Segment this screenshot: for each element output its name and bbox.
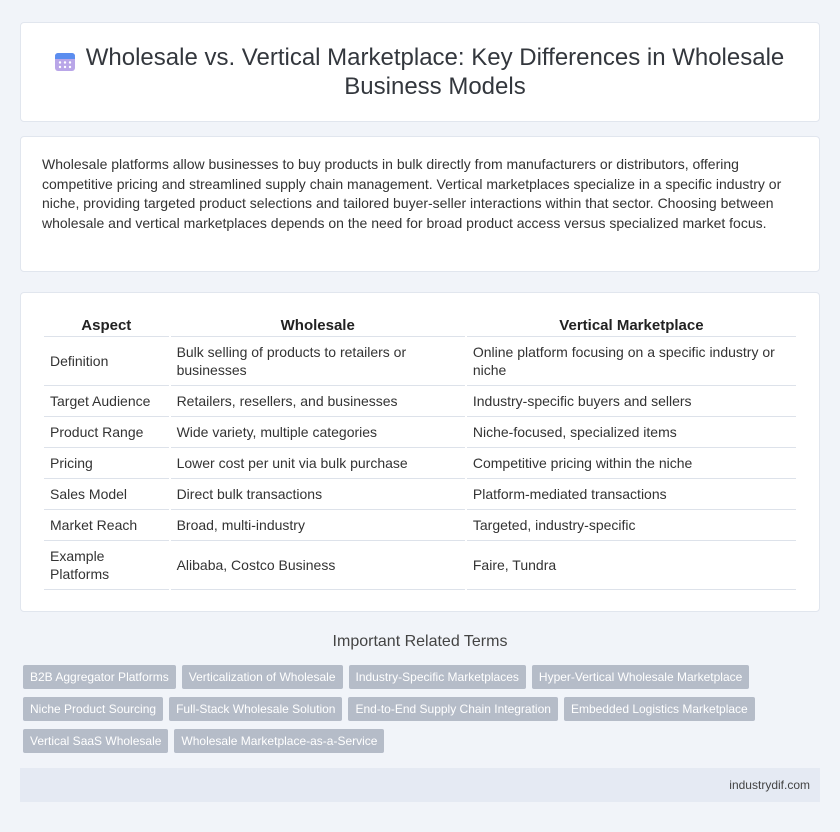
tag-embedded-logistics-marketplace[interactable]: Embedded Logistics Marketplace [563,697,755,721]
tag-wholesale-marketplace-as-a-service[interactable]: Wholesale Marketplace-as-a-Service [174,729,385,753]
tag-vertical-saas-wholesale[interactable]: Vertical SaaS Wholesale [23,729,169,753]
comparison-table: Aspect Wholesale Vertical Marketplace De… [42,315,798,590]
table-row: Product Range Wide variety, multiple cat… [44,417,796,448]
footer: industrydif.com [20,768,820,802]
footer-site-link[interactable]: industrydif.com [729,778,810,792]
table-row: Pricing Lower cost per unit via bulk pur… [44,448,796,479]
table-cell-wholesale: Direct bulk transactions [170,479,465,510]
table-cell-vertical: Industry-specific buyers and sellers [466,386,796,417]
tag-industry-specific-marketplaces[interactable]: Industry-Specific Marketplaces [348,665,526,689]
table-header-row: Aspect Wholesale Vertical Marketplace [44,315,796,337]
table-row: Sales Model Direct bulk transactions Pla… [44,479,796,510]
header-card: Wholesale vs. Vertical Marketplace: Key … [20,22,820,122]
table-cell-aspect: Market Reach [44,510,169,541]
table-cell-wholesale: Broad, multi-industry [170,510,465,541]
table-cell-vertical: Competitive pricing within the niche [466,448,796,479]
tag-full-stack-wholesale-solution[interactable]: Full-Stack Wholesale Solution [169,697,343,721]
column-header-aspect: Aspect [44,315,169,337]
comparison-table-card: Aspect Wholesale Vertical Marketplace De… [20,292,820,612]
tag-row: Niche Product Sourcing Full-Stack Wholes… [23,697,783,721]
tag-row: B2B Aggregator Platforms Verticalization… [23,665,783,689]
table-cell-vertical: Faire, Tundra [466,541,796,590]
table-cell-wholesale: Wide variety, multiple categories [170,417,465,448]
table-row: Target Audience Retailers, resellers, an… [44,386,796,417]
tag-hyper-vertical-wholesale-marketplace[interactable]: Hyper-Vertical Wholesale Marketplace [531,665,750,689]
column-header-vertical-marketplace: Vertical Marketplace [466,315,796,337]
intro-card: Wholesale platforms allow businesses to … [20,136,820,272]
table-row: Market Reach Broad, multi-industry Targe… [44,510,796,541]
table-row: Definition Bulk selling of products to r… [44,337,796,386]
related-terms-heading: Important Related Terms [332,633,508,650]
table-cell-vertical: Targeted, industry-specific [466,510,796,541]
related-terms-tags: B2B Aggregator Platforms Verticalization… [23,665,783,761]
table-cell-aspect: Target Audience [44,386,169,417]
tag-row: Vertical SaaS Wholesale Wholesale Market… [23,729,783,753]
table-cell-wholesale: Retailers, resellers, and businesses [170,386,465,417]
table-cell-wholesale: Bulk selling of products to retailers or… [170,337,465,386]
table-cell-wholesale: Lower cost per unit via bulk purchase [170,448,465,479]
table-cell-aspect: Pricing [44,448,169,479]
table-cell-wholesale: Alibaba, Costco Business [170,541,465,590]
table-cell-aspect: Sales Model [44,479,169,510]
table-cell-aspect: Product Range [44,417,169,448]
intro-paragraph: Wholesale platforms allow businesses to … [42,156,782,231]
table-row: Example Platforms Alibaba, Costco Busine… [44,541,796,590]
column-header-wholesale: Wholesale [170,315,465,337]
tag-end-to-end-supply-chain-integration[interactable]: End-to-End Supply Chain Integration [348,697,558,721]
tag-b2b-aggregator-platforms[interactable]: B2B Aggregator Platforms [23,665,176,689]
table-cell-aspect: Example Platforms [44,541,169,590]
table-cell-vertical: Platform-mediated transactions [466,479,796,510]
page-title: Wholesale vs. Vertical Marketplace: Key … [85,44,785,100]
table-cell-vertical: Niche-focused, specialized items [466,417,796,448]
tag-niche-product-sourcing[interactable]: Niche Product Sourcing [23,697,164,721]
table-cell-vertical: Online platform focusing on a specific i… [466,337,796,386]
tag-verticalization-of-wholesale[interactable]: Verticalization of Wholesale [181,665,343,689]
table-cell-aspect: Definition [44,337,169,386]
